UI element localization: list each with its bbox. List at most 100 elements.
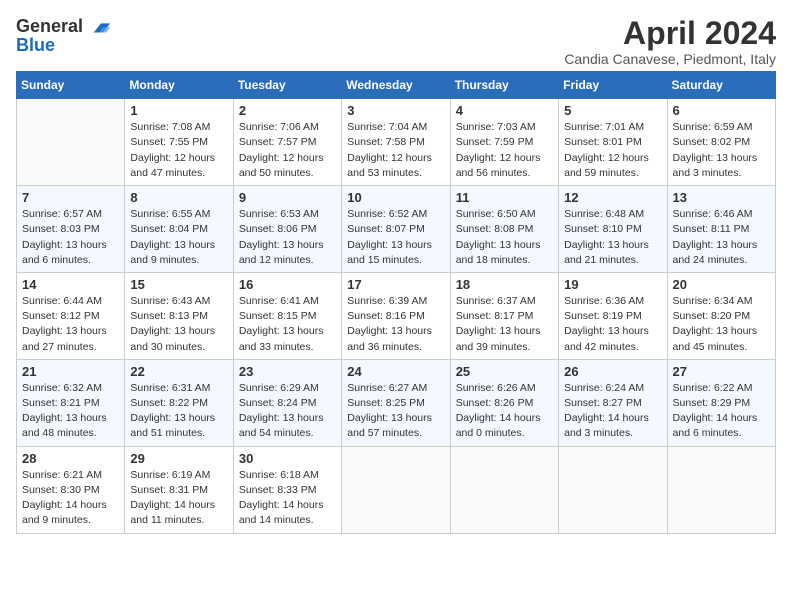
- day-info: Sunrise: 6:37 AMSunset: 8:17 PMDaylight:…: [456, 294, 553, 355]
- month-title: April 2024: [564, 16, 776, 51]
- calendar-cell: 23 Sunrise: 6:29 AMSunset: 8:24 PMDayligh…: [233, 359, 341, 446]
- calendar-cell: 5Sunrise: 7:01 AMSunset: 8:01 PMDaylight…: [559, 99, 667, 186]
- calendar-header-row: SundayMondayTuesdayWednesdayThursdayFrid…: [17, 72, 776, 99]
- calendar-cell: 17 Sunrise: 6:39 AMSunset: 8:16 PMDayligh…: [342, 272, 450, 359]
- calendar-week-row: 21Sunrise: 6:32 AMSunset: 8:21 PMDayligh…: [17, 359, 776, 446]
- day-info: Sunrise: 6:44 AMSunset: 8:12 PMDaylight:…: [22, 294, 119, 355]
- calendar-week-row: 1 Sunrise: 7:08 AMSunset: 7:55 PMDaylight…: [17, 99, 776, 186]
- calendar-cell: 13Sunrise: 6:46 AMSunset: 8:11 PMDayligh…: [667, 186, 775, 273]
- calendar-table: SundayMondayTuesdayWednesdayThursdayFrid…: [16, 71, 776, 533]
- day-info: Sunrise: 6:59 AMSunset: 8:02 PMDaylight:…: [673, 120, 770, 181]
- day-info: Sunrise: 6:48 AMSunset: 8:10 PMDaylight:…: [564, 207, 661, 268]
- logo-blue-text: Blue: [16, 36, 112, 56]
- calendar-cell: 26 Sunrise: 6:24 AMSunset: 8:27 PMDayligh…: [559, 359, 667, 446]
- calendar-cell: 18 Sunrise: 6:37 AMSunset: 8:17 PMDayligh…: [450, 272, 558, 359]
- calendar-week-row: 14 Sunrise: 6:44 AMSunset: 8:12 PMDayligh…: [17, 272, 776, 359]
- day-number: 17: [347, 277, 444, 292]
- calendar-cell: 28 Sunrise: 6:21 AMSunset: 8:30 PMDayligh…: [17, 446, 125, 533]
- day-number: 26: [564, 364, 661, 379]
- day-number: 20: [673, 277, 770, 292]
- calendar-cell: 25Sunrise: 6:26 AMSunset: 8:26 PMDayligh…: [450, 359, 558, 446]
- day-number: 15: [130, 277, 227, 292]
- day-info: Sunrise: 6:26 AMSunset: 8:26 PMDaylight:…: [456, 381, 553, 442]
- column-header-tuesday: Tuesday: [233, 72, 341, 99]
- column-header-friday: Friday: [559, 72, 667, 99]
- day-info: Sunrise: 6:52 AMSunset: 8:07 PMDaylight:…: [347, 207, 444, 268]
- day-number: 19: [564, 277, 661, 292]
- calendar-week-row: 28 Sunrise: 6:21 AMSunset: 8:30 PMDayligh…: [17, 446, 776, 533]
- day-info: Sunrise: 6:18 AMSunset: 8:33 PMDaylight:…: [239, 468, 336, 529]
- day-info: Sunrise: 7:06 AMSunset: 7:57 PMDaylight:…: [239, 120, 336, 181]
- column-header-saturday: Saturday: [667, 72, 775, 99]
- day-number: 8: [130, 190, 227, 205]
- day-number: 23: [239, 364, 336, 379]
- calendar-cell: 6 Sunrise: 6:59 AMSunset: 8:02 PMDaylight…: [667, 99, 775, 186]
- day-number: 28: [22, 451, 119, 466]
- day-number: 12: [564, 190, 661, 205]
- day-number: 27: [673, 364, 770, 379]
- day-info: Sunrise: 6:24 AMSunset: 8:27 PMDaylight:…: [564, 381, 661, 442]
- day-number: 3: [347, 103, 444, 118]
- calendar-cell: [559, 446, 667, 533]
- day-info: Sunrise: 6:41 AMSunset: 8:15 PMDaylight:…: [239, 294, 336, 355]
- day-number: 14: [22, 277, 119, 292]
- day-info: Sunrise: 6:19 AMSunset: 8:31 PMDaylight:…: [130, 468, 227, 529]
- day-number: 1: [130, 103, 227, 118]
- day-number: 9: [239, 190, 336, 205]
- day-info: Sunrise: 6:39 AMSunset: 8:16 PMDaylight:…: [347, 294, 444, 355]
- day-info: Sunrise: 6:32 AMSunset: 8:21 PMDaylight:…: [22, 381, 119, 442]
- day-number: 7: [22, 190, 119, 205]
- day-number: 4: [456, 103, 553, 118]
- day-info: Sunrise: 7:08 AMSunset: 7:55 PMDaylight:…: [130, 120, 227, 181]
- day-number: 30: [239, 451, 336, 466]
- logo-icon: [90, 16, 112, 38]
- day-info: Sunrise: 6:34 AMSunset: 8:20 PMDaylight:…: [673, 294, 770, 355]
- day-info: Sunrise: 6:21 AMSunset: 8:30 PMDaylight:…: [22, 468, 119, 529]
- calendar-cell: 21Sunrise: 6:32 AMSunset: 8:21 PMDayligh…: [17, 359, 125, 446]
- day-info: Sunrise: 6:46 AMSunset: 8:11 PMDaylight:…: [673, 207, 770, 268]
- day-info: Sunrise: 6:29 AMSunset: 8:24 PMDaylight:…: [239, 381, 336, 442]
- calendar-cell: 14 Sunrise: 6:44 AMSunset: 8:12 PMDayligh…: [17, 272, 125, 359]
- calendar-cell: 2 Sunrise: 7:06 AMSunset: 7:57 PMDaylight…: [233, 99, 341, 186]
- calendar-cell: 9 Sunrise: 6:53 AMSunset: 8:06 PMDaylight…: [233, 186, 341, 273]
- calendar-cell: 1 Sunrise: 7:08 AMSunset: 7:55 PMDaylight…: [125, 99, 233, 186]
- calendar-cell: 24 Sunrise: 6:27 AMSunset: 8:25 PMDayligh…: [342, 359, 450, 446]
- location-subtitle: Candia Canavese, Piedmont, Italy: [564, 51, 776, 67]
- day-number: 18: [456, 277, 553, 292]
- day-number: 2: [239, 103, 336, 118]
- day-number: 10: [347, 190, 444, 205]
- day-number: 6: [673, 103, 770, 118]
- calendar-cell: 11Sunrise: 6:50 AMSunset: 8:08 PMDayligh…: [450, 186, 558, 273]
- logo-blue: Blue: [16, 35, 55, 55]
- logo-general: General: [16, 16, 83, 36]
- calendar-cell: 15 Sunrise: 6:43 AMSunset: 8:13 PMDayligh…: [125, 272, 233, 359]
- calendar-cell: 22 Sunrise: 6:31 AMSunset: 8:22 PMDayligh…: [125, 359, 233, 446]
- day-info: Sunrise: 7:03 AMSunset: 7:59 PMDaylight:…: [456, 120, 553, 181]
- calendar-cell: 12 Sunrise: 6:48 AMSunset: 8:10 PMDayligh…: [559, 186, 667, 273]
- calendar-cell: 4 Sunrise: 7:03 AMSunset: 7:59 PMDaylight…: [450, 99, 558, 186]
- day-number: 29: [130, 451, 227, 466]
- page-header: General Blue April 2024 Candia Canavese,…: [16, 16, 776, 67]
- day-number: 5: [564, 103, 661, 118]
- calendar-cell: 29 Sunrise: 6:19 AMSunset: 8:31 PMDayligh…: [125, 446, 233, 533]
- day-info: Sunrise: 6:31 AMSunset: 8:22 PMDaylight:…: [130, 381, 227, 442]
- calendar-cell: 27 Sunrise: 6:22 AMSunset: 8:29 PMDayligh…: [667, 359, 775, 446]
- day-number: 11: [456, 190, 553, 205]
- calendar-week-row: 7Sunrise: 6:57 AMSunset: 8:03 PMDaylight…: [17, 186, 776, 273]
- day-number: 22: [130, 364, 227, 379]
- calendar-cell: 10 Sunrise: 6:52 AMSunset: 8:07 PMDayligh…: [342, 186, 450, 273]
- calendar-cell: 3Sunrise: 7:04 AMSunset: 7:58 PMDaylight…: [342, 99, 450, 186]
- day-number: 24: [347, 364, 444, 379]
- logo: General Blue: [16, 16, 112, 56]
- calendar-cell: [450, 446, 558, 533]
- calendar-cell: [17, 99, 125, 186]
- calendar-cell: [667, 446, 775, 533]
- day-info: Sunrise: 6:43 AMSunset: 8:13 PMDaylight:…: [130, 294, 227, 355]
- calendar-cell: [342, 446, 450, 533]
- column-header-wednesday: Wednesday: [342, 72, 450, 99]
- calendar-cell: 7Sunrise: 6:57 AMSunset: 8:03 PMDaylight…: [17, 186, 125, 273]
- day-info: Sunrise: 6:22 AMSunset: 8:29 PMDaylight:…: [673, 381, 770, 442]
- calendar-cell: 16Sunrise: 6:41 AMSunset: 8:15 PMDayligh…: [233, 272, 341, 359]
- day-info: Sunrise: 6:27 AMSunset: 8:25 PMDaylight:…: [347, 381, 444, 442]
- day-info: Sunrise: 6:53 AMSunset: 8:06 PMDaylight:…: [239, 207, 336, 268]
